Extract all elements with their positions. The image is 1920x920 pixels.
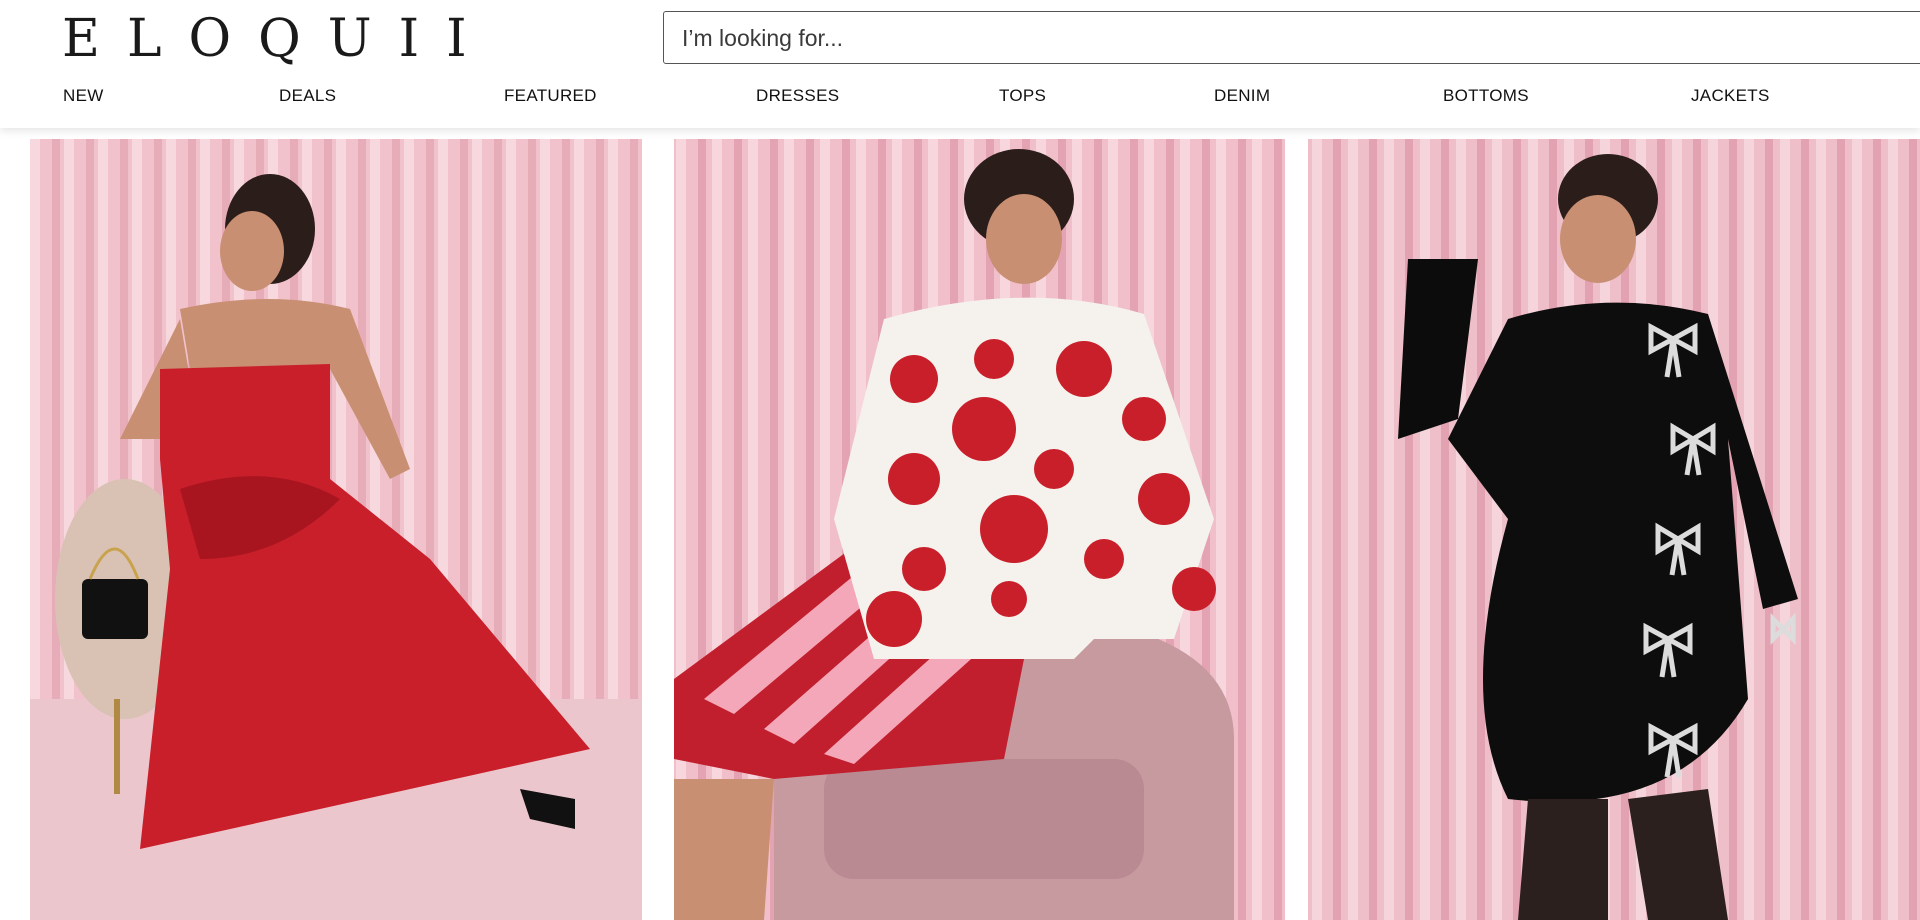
nav-item-jackets[interactable]: JACKETS <box>1691 86 1770 106</box>
product-image[interactable] <box>1308 139 1920 920</box>
product-gallery <box>0 139 1920 920</box>
nav-item-featured[interactable]: FEATURED <box>504 86 597 106</box>
product-card[interactable] <box>1308 139 1920 920</box>
nav-item-deals[interactable]: DEALS <box>279 86 336 106</box>
product-image[interactable] <box>30 139 642 920</box>
nav-item-dresses[interactable]: DRESSES <box>756 86 839 106</box>
nav-item-bottoms[interactable]: BOTTOMS <box>1443 86 1529 106</box>
nav-item-new[interactable]: NEW <box>63 86 104 106</box>
site-header: ELOQUII NEW DEALS FEATURED DRESSES TOPS … <box>0 0 1920 128</box>
nav-item-tops[interactable]: TOPS <box>999 86 1046 106</box>
nav-item-denim[interactable]: DENIM <box>1214 86 1270 106</box>
search-input[interactable] <box>680 12 1864 65</box>
main-nav: NEW DEALS FEATURED DRESSES TOPS DENIM BO… <box>0 86 1920 112</box>
brand-logo[interactable]: ELOQUII <box>62 8 494 70</box>
product-card[interactable] <box>30 139 642 920</box>
product-card[interactable] <box>674 139 1285 920</box>
search-bar <box>663 11 1920 65</box>
product-image[interactable] <box>674 139 1285 920</box>
